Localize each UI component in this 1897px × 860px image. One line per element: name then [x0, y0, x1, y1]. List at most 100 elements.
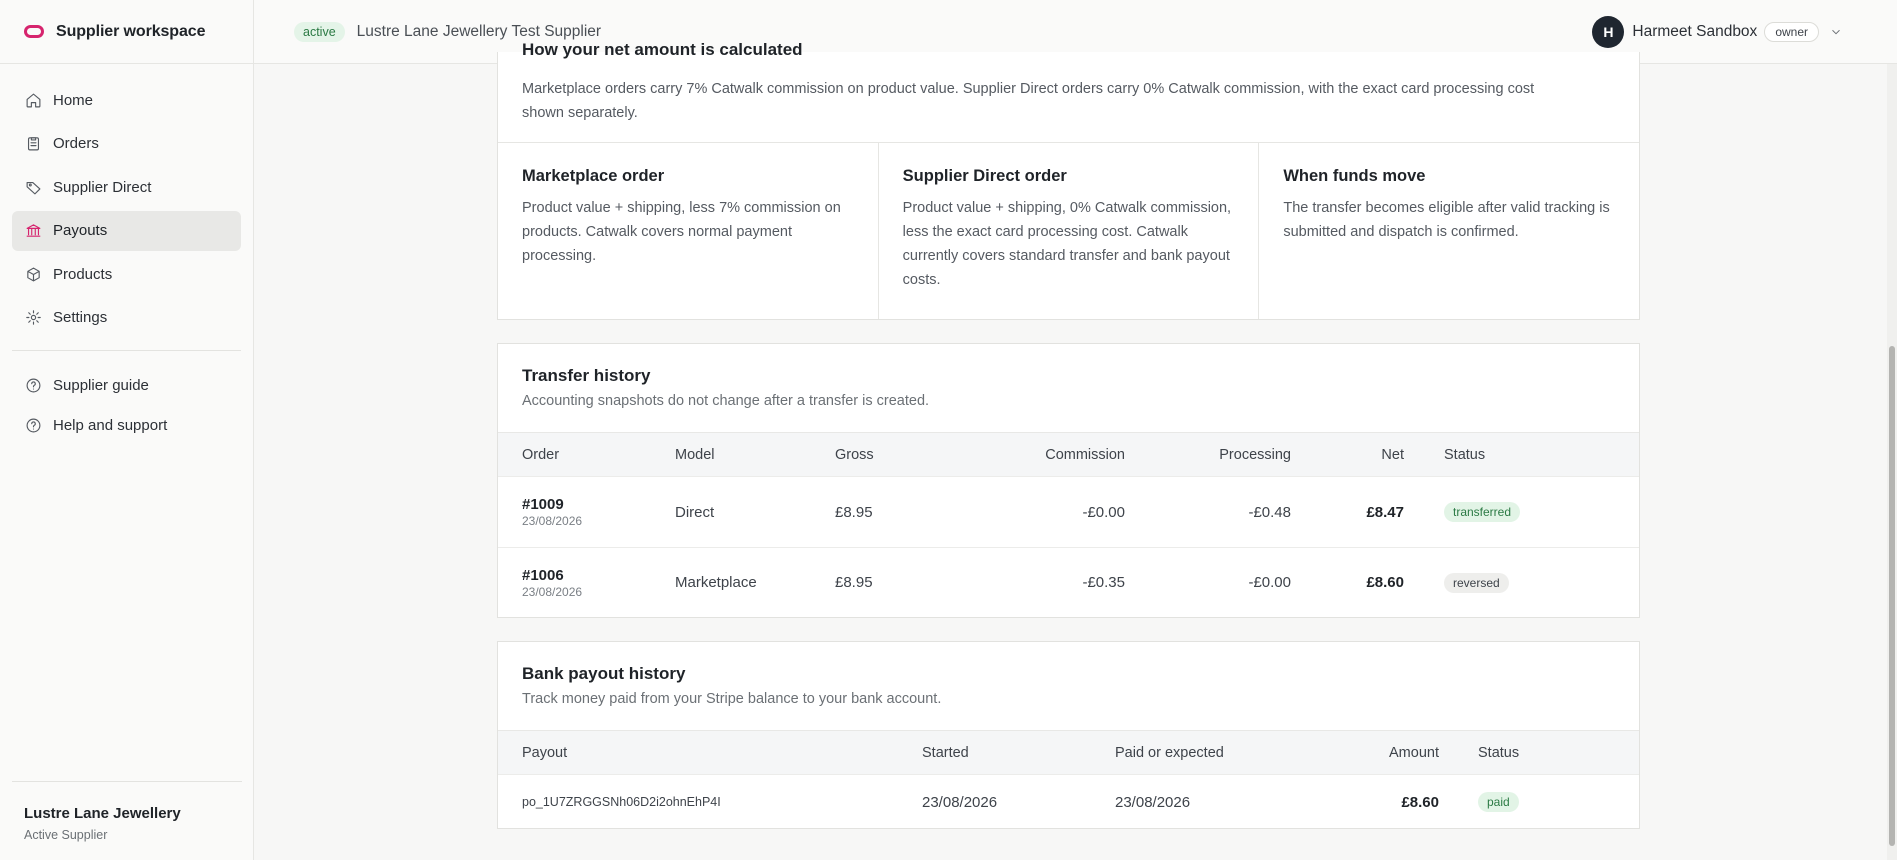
- sidebar-item-orders[interactable]: Orders: [12, 124, 241, 164]
- transfer-history-card: Transfer history Accounting snapshots do…: [497, 343, 1640, 618]
- fees-heading: How your net amount is calculated: [522, 40, 803, 59]
- col-processing: Processing: [1219, 446, 1291, 463]
- transfer-history-subtitle: Accounting snapshots do not change after…: [522, 393, 930, 409]
- fee-column-marketplace: Marketplace order Product value + shippi…: [498, 143, 879, 319]
- col-started: Started: [922, 744, 969, 761]
- sidebar-item-label: Products: [53, 265, 113, 283]
- tag-icon: [24, 178, 42, 196]
- sidebar-item-label: Supplier guide: [53, 377, 149, 395]
- sidebar-item-supplier-guide[interactable]: Supplier guide: [12, 367, 241, 405]
- fee-column-body: Product value + shipping, less 7% commis…: [522, 200, 841, 264]
- table-row[interactable]: #1009 23/08/2026 Direct £8.95 -£0.00 -£0.…: [498, 476, 1639, 548]
- secondary-nav: Supplier guide Help and support: [12, 367, 241, 445]
- fee-column-title: Supplier Direct order: [902, 167, 1067, 185]
- sidebar-item-supplier-direct[interactable]: Supplier Direct: [12, 167, 241, 207]
- order-net: £8.47: [1366, 503, 1404, 521]
- payout-amount: £8.60: [1401, 793, 1439, 811]
- col-model: Model: [675, 446, 715, 463]
- fee-column-supplier-direct: Supplier Direct order Product value + sh…: [879, 143, 1260, 319]
- card-header: Bank payout history Track money paid fro…: [498, 642, 1639, 730]
- order-net: £8.60: [1366, 574, 1404, 592]
- fees-columns: Marketplace order Product value + shippi…: [498, 142, 1639, 319]
- col-payout: Payout: [522, 744, 568, 761]
- bank-payout-subtitle: Track money paid from your Stripe balanc…: [522, 691, 942, 707]
- sidebar-item-home[interactable]: Home: [12, 80, 241, 120]
- col-commission: Commission: [1045, 446, 1125, 463]
- company-role: Active Supplier: [24, 828, 108, 842]
- table-row[interactable]: po_1U7ZRGGSNh06D2i2ohnEhP4I 23/08/2026 2…: [498, 774, 1639, 830]
- sidebar-footer: Lustre Lane Jewellery Active Supplier: [0, 781, 254, 860]
- order-processing: -£0.48: [1248, 503, 1291, 521]
- col-status: Status: [1478, 744, 1520, 761]
- bank-icon: [24, 222, 42, 240]
- order-commission: -£0.35: [1082, 574, 1125, 592]
- order-commission: -£0.00: [1082, 503, 1125, 521]
- col-status: Status: [1444, 446, 1486, 463]
- fee-column-title: Marketplace order: [522, 167, 665, 185]
- bank-payout-title: Bank payout history: [522, 664, 686, 683]
- gear-icon: [24, 309, 42, 327]
- order-processing: -£0.00: [1248, 574, 1291, 592]
- table-header-row: Order Model Gross Commission Processing …: [498, 432, 1639, 477]
- sidebar-item-settings[interactable]: Settings: [12, 298, 241, 338]
- catwalk-logo-icon: [24, 25, 44, 38]
- payout-id[interactable]: po_1U7ZRGGSNh06D2i2ohnEhP4I: [498, 775, 922, 830]
- brand: Supplier workspace: [0, 0, 253, 64]
- card-header: Transfer history Accounting snapshots do…: [498, 344, 1639, 432]
- col-gross: Gross: [835, 446, 874, 463]
- help-circle-icon: [24, 377, 42, 395]
- fees-card: How your net amount is calculated Market…: [497, 40, 1640, 320]
- order-date: 23/08/2026: [522, 584, 583, 599]
- order-date: 23/08/2026: [522, 514, 583, 528]
- col-net: Net: [1381, 446, 1404, 463]
- status-badge: reversed: [1444, 572, 1509, 593]
- sidebar-item-label: Home: [53, 91, 94, 109]
- status-badge: paid: [1478, 792, 1519, 813]
- transfer-history-title: Transfer history: [522, 366, 651, 385]
- user-name: Harmeet Sandbox: [1632, 23, 1758, 40]
- box-icon: [24, 265, 42, 283]
- status-badge: active: [294, 21, 345, 42]
- fee-column-body: The transfer becomes eligible after vali…: [1283, 200, 1610, 240]
- status-badge: transferred: [1444, 502, 1521, 522]
- sidebar-item-products[interactable]: Products: [12, 254, 241, 294]
- fee-column-body: Product value + shipping, 0% Catwalk com…: [902, 200, 1232, 288]
- brand-name: Supplier workspace: [56, 22, 206, 40]
- order-model: Marketplace: [675, 574, 757, 592]
- sidebar-item-label: Orders: [53, 135, 99, 153]
- sidebar: Supplier workspace Home Orders Supplier …: [0, 0, 254, 860]
- clipboard-icon: [24, 135, 42, 153]
- sidebar-item-label: Settings: [53, 309, 108, 327]
- home-icon: [24, 91, 42, 109]
- fees-intro: Marketplace orders carry 7% Catwalk comm…: [522, 81, 1535, 121]
- help-circle-icon: [24, 417, 42, 435]
- sidebar-item-label: Help and support: [53, 417, 168, 435]
- scrollbar-thumb[interactable]: [1889, 346, 1895, 846]
- supplier-title: Lustre Lane Jewellery Test Supplier: [356, 22, 602, 40]
- user-menu[interactable]: H Harmeet Sandbox owner: [1592, 16, 1843, 48]
- main-nav: Home Orders Supplier Direct Payouts Prod…: [0, 64, 253, 445]
- order-number[interactable]: #1006: [522, 567, 675, 584]
- nav-divider: [12, 349, 241, 351]
- payout-started: 23/08/2026: [922, 793, 998, 811]
- table-header-row: Payout Started Paid or expected Amount S…: [498, 730, 1639, 775]
- sidebar-item-help-and-support[interactable]: Help and support: [12, 407, 241, 445]
- col-amount: Amount: [1389, 744, 1439, 761]
- bank-payout-history-card: Bank payout history Track money paid fro…: [497, 641, 1640, 829]
- bank-payout-table: Payout Started Paid or expected Amount S…: [498, 730, 1639, 830]
- transfer-table: Order Model Gross Commission Processing …: [498, 432, 1639, 618]
- role-badge: owner: [1764, 22, 1819, 42]
- sidebar-item-payouts[interactable]: Payouts: [12, 210, 241, 251]
- payout-paid: 23/08/2026: [1115, 793, 1191, 811]
- sidebar-item-label: Payouts: [53, 222, 108, 240]
- col-paid: Paid or expected: [1115, 744, 1224, 761]
- order-number[interactable]: #1009: [522, 496, 675, 513]
- table-row[interactable]: #1006 23/08/2026 Marketplace £8.95 -£0.35…: [498, 547, 1639, 618]
- scrollbar[interactable]: [1887, 64, 1897, 860]
- order-model: Direct: [675, 503, 715, 521]
- footer-divider: [12, 781, 242, 782]
- chevron-down-icon[interactable]: [1829, 25, 1843, 39]
- avatar: H: [1592, 16, 1625, 48]
- sidebar-item-label: Supplier Direct: [53, 178, 152, 196]
- company-name: Lustre Lane Jewellery: [24, 805, 181, 822]
